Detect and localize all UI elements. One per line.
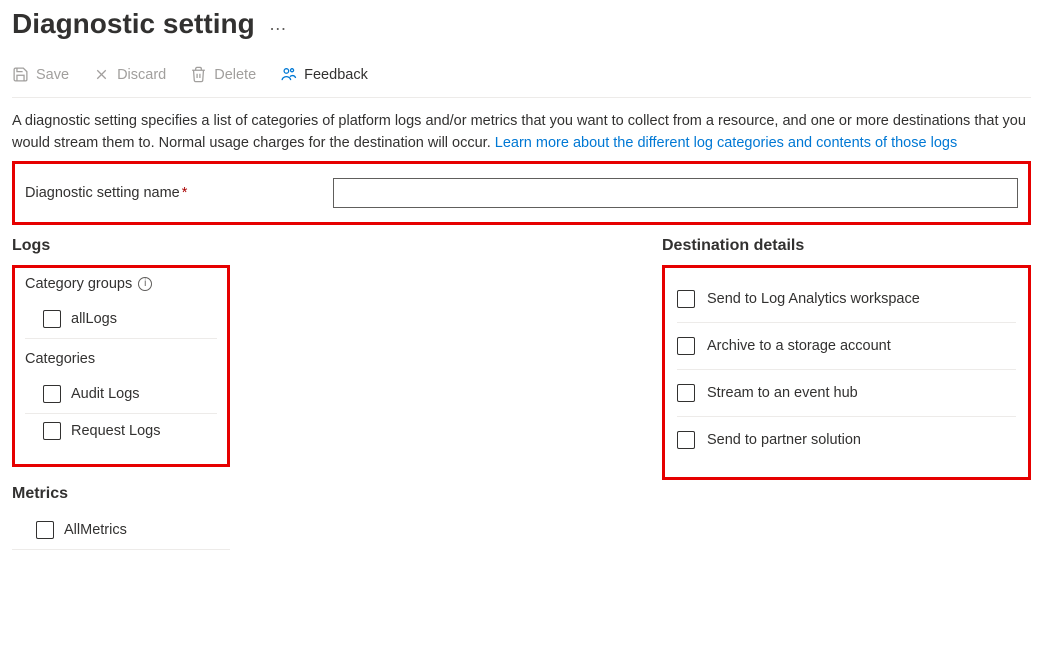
dest-partner-checkbox[interactable] [677, 431, 695, 449]
diagnostic-name-label: Diagnostic setting name* [25, 185, 315, 201]
discard-button[interactable]: Discard [93, 66, 166, 83]
info-icon[interactable]: i [138, 277, 152, 291]
delete-button[interactable]: Delete [190, 66, 256, 83]
dest-eventhub-label: Stream to an event hub [707, 385, 858, 401]
save-icon [12, 66, 29, 83]
allmetrics-checkbox[interactable] [36, 521, 54, 539]
page-title: Diagnostic setting [12, 8, 255, 40]
more-actions-button[interactable]: … [269, 14, 289, 35]
feedback-button[interactable]: Feedback [280, 66, 368, 83]
feedback-label: Feedback [304, 67, 368, 83]
destination-section-title: Destination details [662, 237, 1031, 255]
save-button[interactable]: Save [12, 66, 69, 83]
allmetrics-label: AllMetrics [64, 522, 127, 538]
categories-label: Categories [25, 351, 217, 367]
alllogs-label: allLogs [71, 311, 117, 327]
command-bar: Save Discard Delete Feedback [12, 58, 1031, 98]
dest-log-analytics-checkbox[interactable] [677, 290, 695, 308]
diagnostic-name-row: Diagnostic setting name* [12, 161, 1031, 225]
delete-label: Delete [214, 67, 256, 83]
dest-eventhub-checkbox[interactable] [677, 384, 695, 402]
metrics-section-title: Metrics [12, 485, 622, 503]
dest-storage-label: Archive to a storage account [707, 338, 891, 354]
destination-box: Send to Log Analytics workspace Archive … [662, 265, 1031, 480]
category-groups-label: Category groups i [25, 276, 217, 292]
delete-icon [190, 66, 207, 83]
dest-partner-label: Send to partner solution [707, 432, 861, 448]
alllogs-checkbox[interactable] [43, 310, 61, 328]
diagnostic-name-input[interactable] [333, 178, 1018, 208]
required-asterisk: * [182, 185, 188, 201]
audit-logs-checkbox[interactable] [43, 385, 61, 403]
request-logs-label: Request Logs [71, 423, 160, 439]
logs-box: Category groups i allLogs Categories Aud… [12, 265, 230, 467]
learn-more-link[interactable]: Learn more about the different log categ… [495, 135, 957, 151]
dest-storage-checkbox[interactable] [677, 337, 695, 355]
audit-logs-label: Audit Logs [71, 386, 140, 402]
feedback-icon [280, 66, 297, 83]
description-text: A diagnostic setting specifies a list of… [12, 110, 1031, 155]
discard-label: Discard [117, 67, 166, 83]
save-label: Save [36, 67, 69, 83]
request-logs-checkbox[interactable] [43, 422, 61, 440]
logs-section-title: Logs [12, 237, 622, 255]
discard-icon [93, 66, 110, 83]
dest-log-analytics-label: Send to Log Analytics workspace [707, 291, 920, 307]
